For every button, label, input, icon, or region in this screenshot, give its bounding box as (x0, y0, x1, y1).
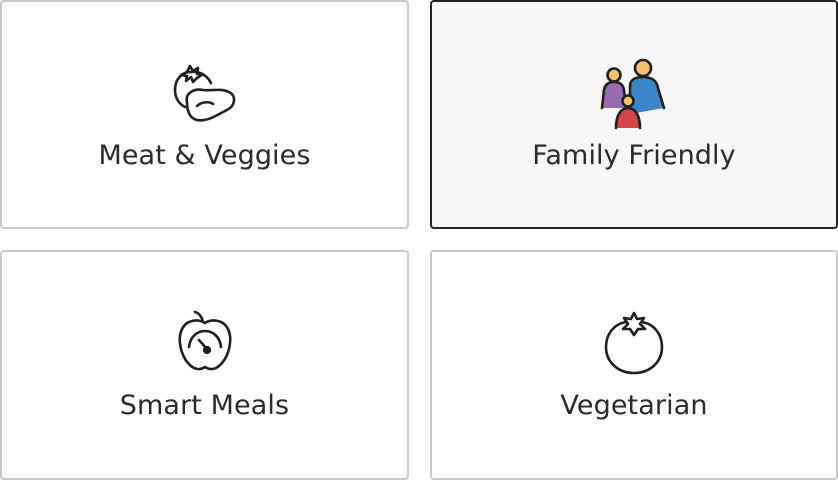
tomato-icon (596, 307, 672, 383)
option-label: Family Friendly (532, 140, 736, 171)
plan-preference-grid: Meat & Veggies Family Friendly Smart Mea… (0, 0, 838, 480)
option-card-vegetarian[interactable]: Vegetarian (430, 250, 838, 480)
option-label: Smart Meals (119, 390, 290, 421)
apple-gauge-icon (167, 307, 243, 383)
option-label: Meat & Veggies (98, 140, 311, 171)
option-card-smart-meals[interactable]: Smart Meals (0, 250, 409, 480)
option-card-meat-veggies[interactable]: Meat & Veggies (0, 0, 409, 229)
option-label: Vegetarian (560, 390, 708, 421)
option-card-family-friendly[interactable]: Family Friendly (430, 0, 838, 229)
family-icon (596, 58, 672, 134)
meat-veggies-icon (167, 58, 243, 134)
